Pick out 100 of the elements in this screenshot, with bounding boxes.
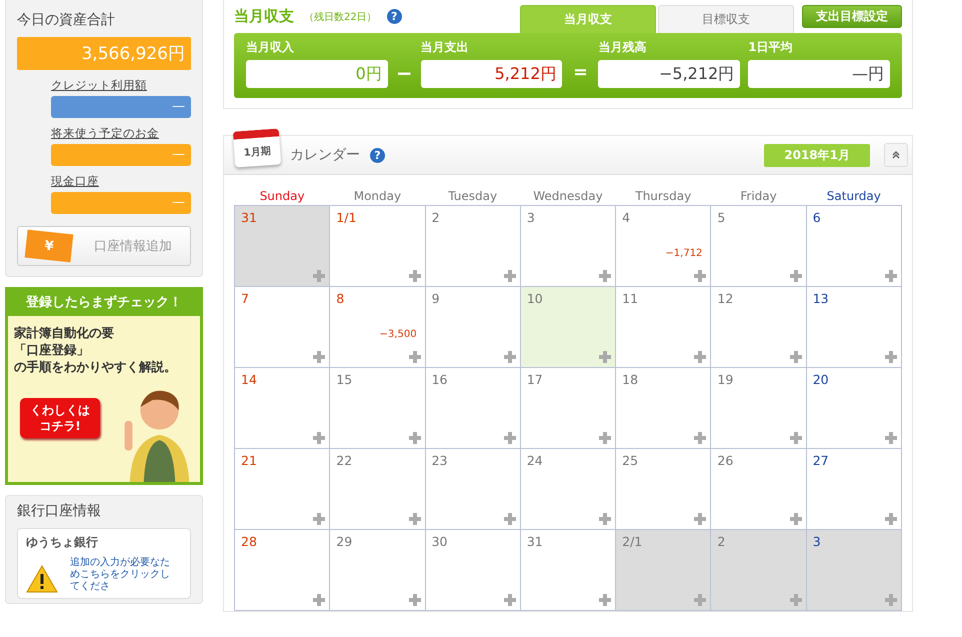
calendar-day-cell[interactable]: 29 bbox=[329, 529, 425, 610]
banner-text: 家計簿自動化の要 bbox=[14, 324, 115, 341]
day-number: 31 bbox=[241, 210, 257, 225]
calendar-day-cell[interactable]: 1/1 bbox=[329, 205, 425, 286]
add-icon[interactable] bbox=[884, 594, 897, 606]
add-icon[interactable] bbox=[408, 594, 421, 606]
calendar-day-cell[interactable]: 11 bbox=[615, 286, 710, 367]
details-button[interactable]: くわしくは コチラ! bbox=[20, 398, 100, 438]
add-icon[interactable] bbox=[408, 351, 421, 363]
day-number: 2/1 bbox=[622, 534, 642, 549]
calendar-day-cell[interactable]: 13 bbox=[806, 286, 901, 367]
calendar-day-cell[interactable]: 19 bbox=[710, 367, 806, 448]
collapse-button[interactable] bbox=[884, 143, 908, 167]
add-icon[interactable] bbox=[313, 513, 326, 525]
calendar-day-cell[interactable]: 3 bbox=[520, 205, 616, 286]
add-icon[interactable] bbox=[790, 432, 802, 444]
add-icon[interactable] bbox=[790, 270, 802, 282]
calendar-day-cell[interactable]: 14 bbox=[234, 367, 330, 448]
calendar-day-cell[interactable]: 23 bbox=[424, 448, 520, 529]
add-icon[interactable] bbox=[694, 513, 706, 525]
calendar-day-cell[interactable]: 20 bbox=[806, 367, 901, 448]
calendar-day-cell[interactable]: 7 bbox=[234, 286, 330, 367]
summary-value: 0円 bbox=[246, 60, 388, 88]
add-icon[interactable] bbox=[694, 270, 706, 282]
calendar-day-cell[interactable]: 16 bbox=[424, 367, 520, 448]
add-icon[interactable] bbox=[884, 513, 897, 525]
add-icon[interactable] bbox=[408, 513, 421, 525]
calendar-day-cell[interactable]: 31 bbox=[520, 529, 616, 610]
tab[interactable]: 目標収支 bbox=[658, 5, 794, 33]
day-number: 12 bbox=[717, 291, 734, 306]
add-icon[interactable] bbox=[313, 351, 326, 363]
calendar-day-cell[interactable]: 24 bbox=[520, 448, 616, 529]
day-number: 21 bbox=[241, 453, 257, 468]
calendar-day-cell[interactable]: 27 bbox=[806, 448, 901, 529]
calendar-day-cell[interactable]: 30 bbox=[424, 529, 520, 610]
calendar-day-cell[interactable]: 25 bbox=[615, 448, 710, 529]
calendar-day-cell[interactable]: 6 bbox=[806, 205, 901, 286]
add-icon[interactable] bbox=[599, 432, 612, 444]
add-icon[interactable] bbox=[599, 513, 612, 525]
add-icon[interactable] bbox=[504, 432, 516, 444]
day-number: 3 bbox=[526, 210, 535, 225]
calendar-day-cell[interactable]: 26 bbox=[710, 448, 806, 529]
add-icon[interactable] bbox=[694, 351, 706, 363]
add-icon[interactable] bbox=[313, 594, 326, 606]
summary-label: 当月支出 bbox=[420, 39, 470, 56]
add-icon[interactable] bbox=[694, 594, 706, 606]
calendar-day-cell[interactable]: 28 bbox=[234, 529, 330, 610]
calendar-day-cell[interactable]: 18 bbox=[615, 367, 710, 448]
asset-link[interactable]: 将来使う予定のお金 bbox=[51, 126, 191, 141]
calendar-day-cell[interactable]: 31 bbox=[234, 205, 330, 286]
add-icon[interactable] bbox=[504, 513, 516, 525]
calendar-day-cell[interactable]: 10 bbox=[520, 286, 616, 367]
add-icon[interactable] bbox=[599, 270, 612, 282]
day-number: 18 bbox=[622, 372, 638, 387]
calendar-day-cell[interactable]: 21 bbox=[234, 448, 330, 529]
banner-heading: 登録したらまずチェック！ bbox=[8, 290, 200, 316]
calendar-day-cell[interactable]: 17 bbox=[520, 367, 616, 448]
calendar-day-cell[interactable]: 8 −3,500 bbox=[329, 286, 425, 367]
calendar-day-cell[interactable]: 15 bbox=[329, 367, 425, 448]
add-icon[interactable] bbox=[694, 432, 706, 444]
day-number: 14 bbox=[241, 372, 257, 387]
help-icon[interactable]: ? bbox=[386, 9, 402, 24]
day-number: 7 bbox=[241, 291, 249, 306]
calendar-day-cell[interactable]: 9 bbox=[424, 286, 520, 367]
asset-link[interactable]: 現金口座 bbox=[51, 174, 191, 189]
calendar-day-cell[interactable]: 5 bbox=[710, 205, 806, 286]
add-icon[interactable] bbox=[884, 432, 897, 444]
banner-text: 「口座登録」 bbox=[14, 341, 90, 358]
operator-sign: − bbox=[396, 61, 413, 87]
add-icon[interactable] bbox=[504, 594, 516, 606]
notice-link[interactable]: 追加の入力が必要なためこちらをクリックしてくださ bbox=[70, 557, 170, 593]
add-icon[interactable] bbox=[313, 432, 326, 444]
calendar-day-cell[interactable]: 2 bbox=[424, 205, 520, 286]
add-icon[interactable] bbox=[884, 270, 897, 282]
guide-banner[interactable]: 登録したらまずチェック！ 家計簿自動化の要 「口座登録」 の手順をわかりやすく解説。 くわしくは コチラ! bbox=[5, 287, 203, 485]
calendar-day-cell[interactable]: 4 −1,712 bbox=[615, 205, 710, 286]
add-icon[interactable] bbox=[599, 351, 612, 363]
add-icon[interactable] bbox=[790, 513, 802, 525]
asset-link[interactable]: クレジット利用額 bbox=[51, 78, 191, 93]
calendar-title: カレンダー bbox=[290, 146, 360, 164]
add-icon[interactable] bbox=[790, 594, 802, 606]
day-number: 30 bbox=[432, 534, 448, 549]
add-icon[interactable] bbox=[599, 594, 612, 606]
add-account-button[interactable]: ¥ 口座情報追加 bbox=[17, 226, 191, 266]
expense-amount: −3,500 bbox=[380, 329, 417, 340]
calendar-day-cell[interactable]: 2/1 bbox=[615, 529, 710, 610]
add-icon[interactable] bbox=[504, 270, 516, 282]
calendar-day-cell[interactable]: 2 bbox=[710, 529, 806, 610]
add-icon[interactable] bbox=[790, 351, 802, 363]
add-icon[interactable] bbox=[884, 351, 897, 363]
add-icon[interactable] bbox=[313, 270, 326, 282]
add-icon[interactable] bbox=[504, 351, 516, 363]
add-icon[interactable] bbox=[408, 270, 421, 282]
calendar-day-cell[interactable]: 22 bbox=[329, 448, 425, 529]
help-icon[interactable]: ? bbox=[370, 148, 385, 162]
calendar-day-cell[interactable]: 3 bbox=[806, 529, 901, 610]
add-icon[interactable] bbox=[408, 432, 421, 444]
calendar-day-cell[interactable]: 12 bbox=[710, 286, 806, 367]
spending-goal-button[interactable]: 支出目標設定 bbox=[802, 5, 902, 28]
warning-icon bbox=[26, 565, 58, 593]
